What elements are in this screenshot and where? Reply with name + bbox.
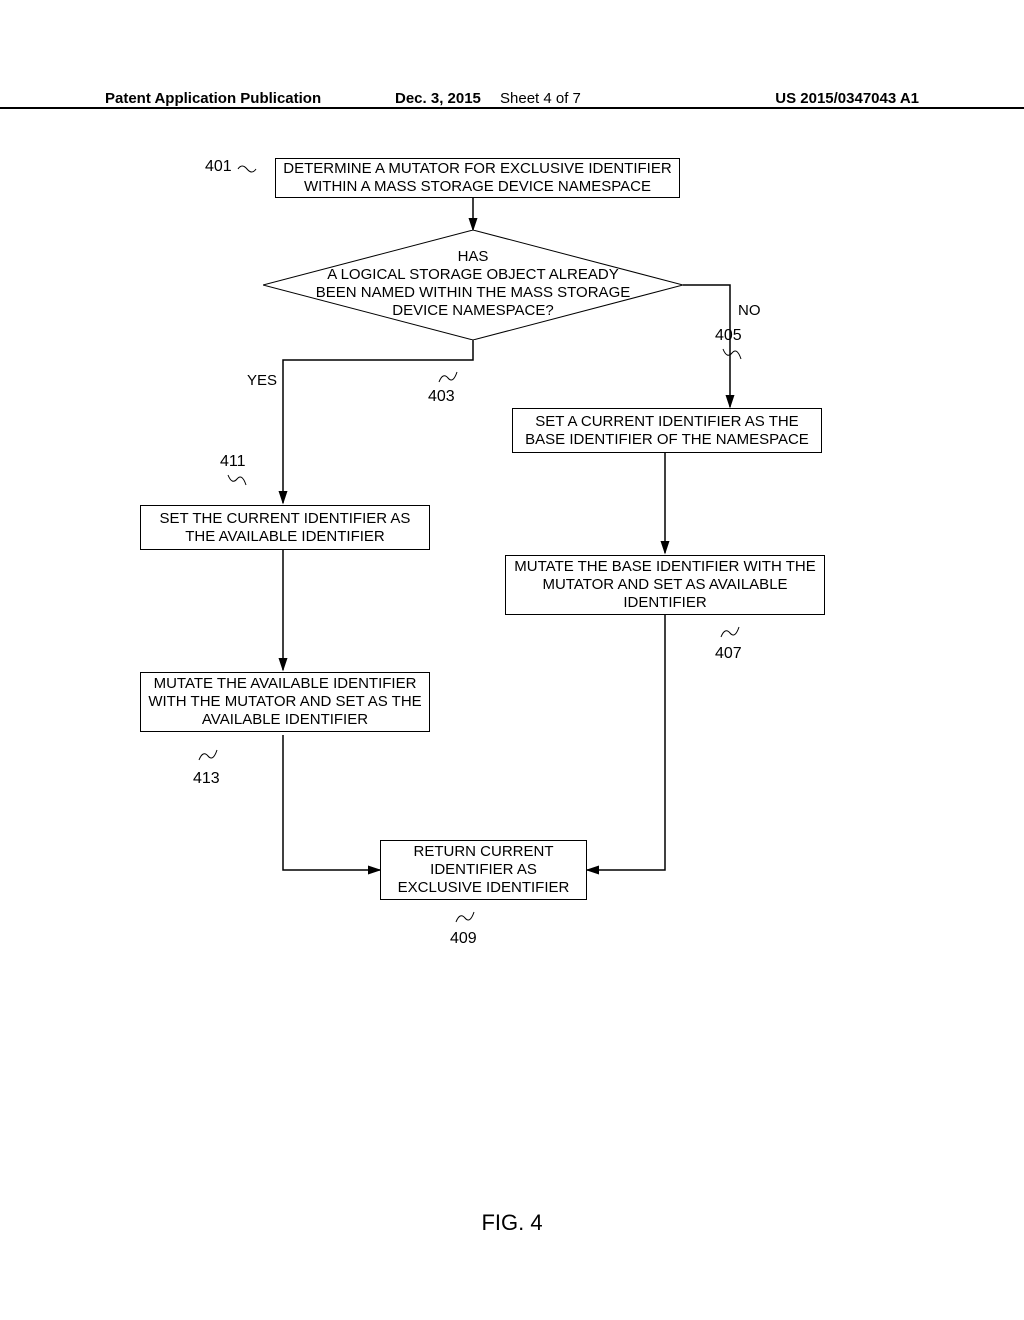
leader-icon xyxy=(438,370,458,384)
box-text: MUTATE THE AVAILABLE IDENTIFIER WITH THE… xyxy=(147,675,423,729)
decision-text: HAS A LOGICAL STORAGE OBJECT ALREADY BEE… xyxy=(263,248,683,320)
leader-icon xyxy=(455,910,475,924)
ref-405: 405 xyxy=(715,327,742,345)
ref-403: 403 xyxy=(428,388,455,406)
box-text: SET A CURRENT IDENTIFIER AS THE BASE IDE… xyxy=(519,413,815,449)
leader-icon xyxy=(720,625,740,639)
box-set-base-identifier: SET A CURRENT IDENTIFIER AS THE BASE IDE… xyxy=(512,408,822,453)
box-determine-mutator: DETERMINE A MUTATOR FOR EXCLUSIVE IDENTI… xyxy=(275,158,680,198)
ref-401: 401 xyxy=(205,158,232,176)
leader-icon xyxy=(227,473,247,487)
figure-label: FIG. 4 xyxy=(0,1210,1024,1236)
box-text: RETURN CURRENT IDENTIFIER AS EXCLUSIVE I… xyxy=(387,843,580,897)
box-mutate-available: MUTATE THE AVAILABLE IDENTIFIER WITH THE… xyxy=(140,672,430,732)
ref-413: 413 xyxy=(193,770,220,788)
box-text: DETERMINE A MUTATOR FOR EXCLUSIVE IDENTI… xyxy=(282,160,673,196)
label-no: NO xyxy=(738,302,761,319)
ref-407: 407 xyxy=(715,645,742,663)
box-set-current-available: SET THE CURRENT IDENTIFIER AS THE AVAILA… xyxy=(140,505,430,550)
header-pub: US 2015/0347043 A1 xyxy=(775,90,919,107)
ref-411: 411 xyxy=(220,453,246,471)
leader-icon xyxy=(237,162,257,176)
box-text: SET THE CURRENT IDENTIFIER AS THE AVAILA… xyxy=(147,510,423,546)
page-header: Patent Application Publication Dec. 3, 2… xyxy=(0,85,1024,109)
flowchart-canvas: DETERMINE A MUTATOR FOR EXCLUSIVE IDENTI… xyxy=(0,130,1024,1130)
decision-namespace: HAS A LOGICAL STORAGE OBJECT ALREADY BEE… xyxy=(263,230,683,340)
leader-icon xyxy=(722,347,742,361)
ref-409: 409 xyxy=(450,930,477,948)
header-title: Patent Application Publication xyxy=(105,90,321,107)
box-text: MUTATE THE BASE IDENTIFIER WITH THE MUTA… xyxy=(512,558,818,612)
box-return-identifier: RETURN CURRENT IDENTIFIER AS EXCLUSIVE I… xyxy=(380,840,587,900)
leader-icon xyxy=(198,748,218,762)
label-yes: YES xyxy=(247,372,277,389)
header-sheet: Sheet 4 of 7 xyxy=(500,90,581,107)
header-date: Dec. 3, 2015 xyxy=(395,90,481,107)
box-mutate-base: MUTATE THE BASE IDENTIFIER WITH THE MUTA… xyxy=(505,555,825,615)
